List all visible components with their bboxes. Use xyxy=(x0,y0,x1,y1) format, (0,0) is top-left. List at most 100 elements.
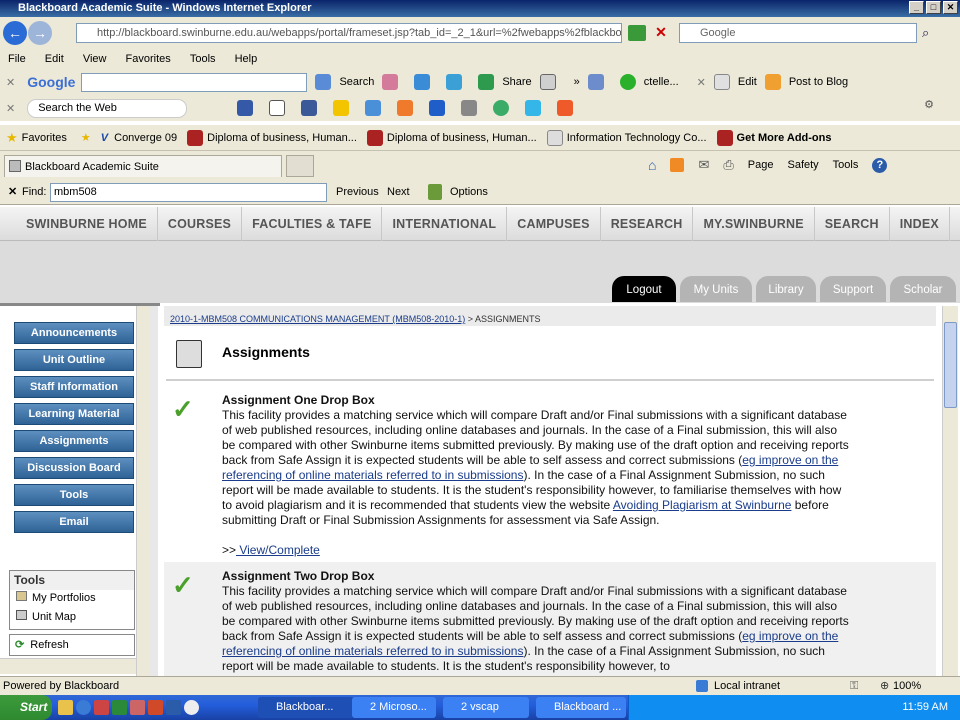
address-input[interactable]: http://blackboard.swinburne.edu.au/webap… xyxy=(76,23,622,43)
live-icon[interactable] xyxy=(429,100,446,116)
sidebar-item-tools[interactable]: Tools xyxy=(14,484,134,506)
nav-search[interactable]: SEARCH xyxy=(815,207,890,241)
menu-view[interactable]: View xyxy=(83,53,107,65)
excel-icon[interactable] xyxy=(112,700,127,715)
find-previous-button[interactable]: Previous xyxy=(336,186,379,198)
refresh-button[interactable]: ⟳ Refresh xyxy=(9,634,135,656)
tab-logout[interactable]: Logout xyxy=(612,276,676,302)
plus-icon[interactable] xyxy=(414,74,431,90)
task-microsoft[interactable]: 2 Microso... xyxy=(352,697,436,718)
help-icon[interactable]: ? xyxy=(872,157,888,173)
find-next-button[interactable]: Next xyxy=(387,186,410,198)
find-options-button[interactable]: Options xyxy=(450,186,488,198)
post-to-blog-button[interactable]: Post to Blog xyxy=(789,76,848,88)
get-addons-button[interactable]: Get More Add-ons xyxy=(737,132,832,144)
add-favorite-icon[interactable]: ★ xyxy=(81,131,91,144)
maximize-button[interactable]: □ xyxy=(926,1,941,14)
stop-icon[interactable]: ✕ xyxy=(652,24,670,42)
nav-index[interactable]: INDEX xyxy=(890,207,950,241)
tab-library[interactable]: Library xyxy=(756,276,816,302)
web-search-input[interactable]: Search the Web xyxy=(27,98,188,118)
tools-menu[interactable]: Tools xyxy=(833,159,859,171)
page-menu[interactable]: Page xyxy=(748,159,774,171)
scrollbar-thumb[interactable] xyxy=(944,322,957,408)
sidebar-vertical-scrollbar[interactable] xyxy=(136,306,150,676)
close-button[interactable]: ✕ xyxy=(943,1,958,14)
folder-icon[interactable] xyxy=(58,700,73,715)
favorites-button[interactable]: Favorites xyxy=(22,132,67,144)
task-blackboard-2[interactable]: Blackboard ... xyxy=(536,697,626,718)
zoom-level[interactable]: 100% xyxy=(893,677,921,696)
menu-edit[interactable]: Edit xyxy=(45,53,64,65)
back-button[interactable]: ← xyxy=(3,21,27,45)
favorite-link[interactable]: Diploma of business, Human... xyxy=(387,132,537,144)
google-search-input[interactable] xyxy=(81,72,308,92)
close-find-icon[interactable]: ✕ xyxy=(8,185,17,198)
nav-courses[interactable]: COURSES xyxy=(158,207,243,241)
nav-my-swinburne[interactable]: MY.SWINBURNE xyxy=(693,207,815,241)
find-input[interactable]: mbm508 xyxy=(50,183,327,202)
star-icon[interactable] xyxy=(333,100,350,116)
favorite-link[interactable]: Diploma of business, Human... xyxy=(207,132,357,144)
close-icon[interactable]: ✕ xyxy=(6,102,15,115)
app-icon[interactable] xyxy=(130,700,145,715)
share-button[interactable]: Share xyxy=(502,76,531,88)
menu-file[interactable]: File xyxy=(8,53,26,65)
chat-icon[interactable] xyxy=(446,74,463,90)
home-icon[interactable]: ⌂ xyxy=(648,157,656,173)
menu-tools[interactable]: Tools xyxy=(190,53,216,65)
menu-favorites[interactable]: Favorites xyxy=(126,53,171,65)
feeds-icon[interactable] xyxy=(670,158,685,172)
content-vertical-scrollbar[interactable] xyxy=(942,306,958,676)
safety-menu[interactable]: Safety xyxy=(787,159,818,171)
mail-icon[interactable] xyxy=(269,100,286,116)
word-icon[interactable] xyxy=(166,700,181,715)
tab-scholar[interactable]: Scholar xyxy=(890,276,956,302)
browser-tab[interactable]: Blackboard Academic Suite xyxy=(4,155,282,177)
nav-swinburne-home[interactable]: SWINBURNE HOME xyxy=(16,207,158,241)
sidebar-horizontal-scrollbar[interactable] xyxy=(0,658,136,674)
frame-divider[interactable] xyxy=(150,306,158,676)
search-box[interactable]: Google xyxy=(679,23,917,43)
forward-button[interactable]: → xyxy=(28,21,52,45)
ie-icon[interactable] xyxy=(76,700,91,715)
sidebar-item-unit-outline[interactable]: Unit Outline xyxy=(14,349,134,371)
tab-support[interactable]: Support xyxy=(820,276,886,302)
digg-icon[interactable] xyxy=(237,100,254,116)
start-button[interactable]: Start xyxy=(0,695,52,720)
media-icon[interactable] xyxy=(184,700,199,715)
app-icon[interactable] xyxy=(148,700,163,715)
search-icon[interactable]: ⌕ xyxy=(922,25,929,41)
user-menu[interactable]: ctelle... xyxy=(644,76,679,88)
task-vscap[interactable]: 2 vscap xyxy=(443,697,529,718)
mail-icon[interactable]: ✉ xyxy=(698,157,709,173)
print-icon[interactable]: ⎙ xyxy=(723,157,733,173)
windows-icon[interactable] xyxy=(397,100,414,116)
close-icon[interactable]: ✕ xyxy=(6,76,15,89)
google-search-button[interactable]: Search xyxy=(339,76,374,88)
twitter-icon[interactable] xyxy=(525,100,542,116)
favorite-link[interactable]: Converge 09 xyxy=(114,132,177,144)
highlight-icon[interactable] xyxy=(428,184,442,200)
edit-button[interactable]: Edit xyxy=(738,76,757,88)
facebook-icon[interactable] xyxy=(301,100,318,116)
nav-research[interactable]: RESEARCH xyxy=(601,207,694,241)
close-icon[interactable]: ✕ xyxy=(697,76,706,89)
avoiding-plagiarism-link[interactable]: Avoiding Plagiarism at Swinburne xyxy=(613,498,792,512)
breadcrumb-unit-link[interactable]: 2010-1-MBM508 COMMUNICATIONS MANAGEMENT … xyxy=(170,314,465,324)
nav-faculties[interactable]: FACULTIES & TAFE xyxy=(242,207,383,241)
minimize-button[interactable]: _ xyxy=(909,1,924,14)
addthis-icon[interactable] xyxy=(557,100,574,116)
google-bookmark-icon[interactable] xyxy=(365,100,382,116)
bookmark-icon[interactable] xyxy=(382,74,399,90)
stumble-icon[interactable] xyxy=(493,100,510,116)
tools-item-portfolios[interactable]: My Portfolios xyxy=(10,590,134,609)
nav-campuses[interactable]: CAMPUSES xyxy=(507,207,601,241)
tab-my-units[interactable]: My Units xyxy=(680,276,752,302)
menu-help[interactable]: Help xyxy=(235,53,258,65)
new-tab-button[interactable] xyxy=(286,155,314,177)
delicious-icon[interactable] xyxy=(205,100,221,116)
more-icon[interactable]: » xyxy=(574,76,580,88)
sidebar-item-staff-information[interactable]: Staff Information xyxy=(14,376,134,398)
task-blackboard[interactable]: Blackboar... xyxy=(258,697,354,718)
